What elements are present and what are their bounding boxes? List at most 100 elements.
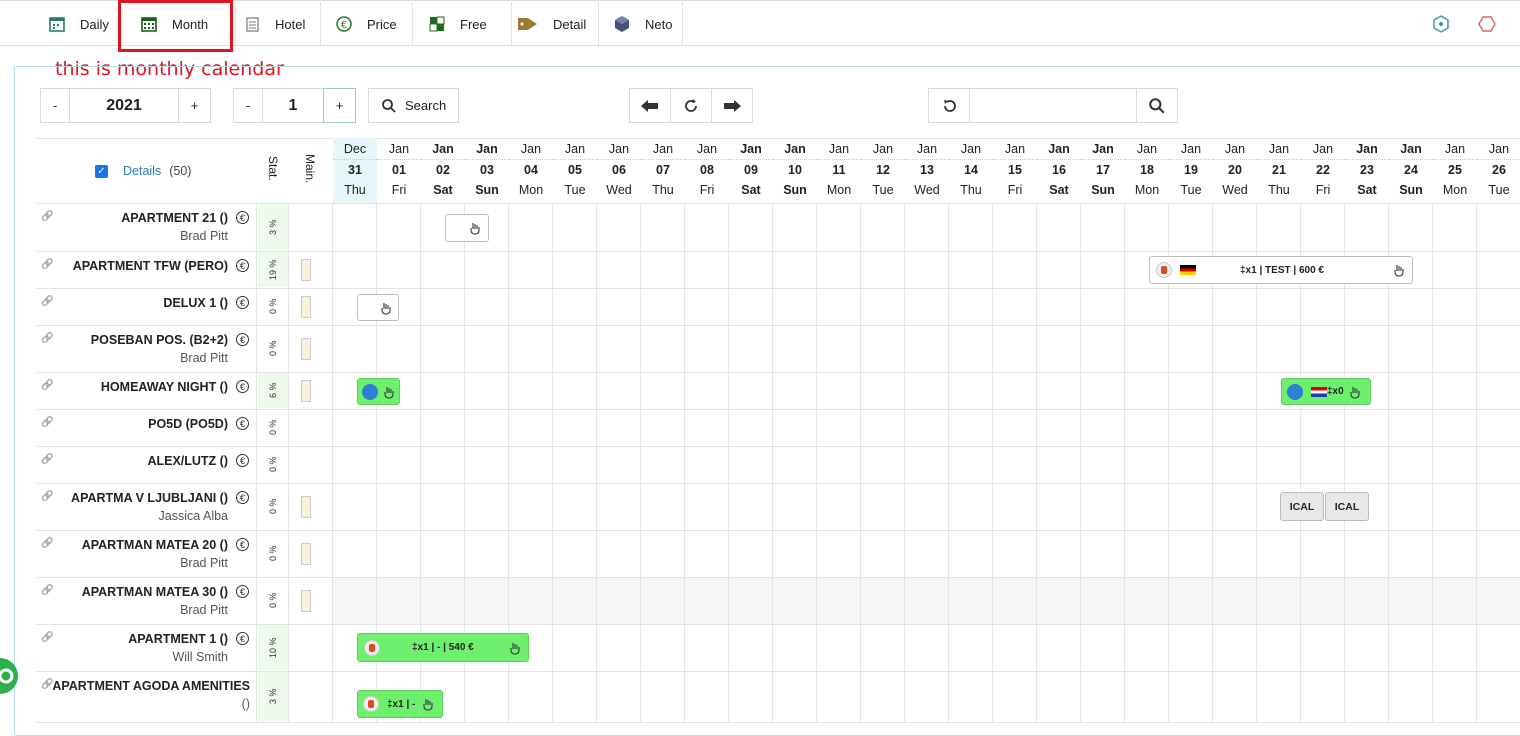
unit-label[interactable]: HOMEAWAY NIGHT ()	[36, 380, 256, 394]
checkbox-icon[interactable]: ✓	[95, 164, 108, 178]
filter-input[interactable]	[969, 88, 1137, 123]
maintenance-marker[interactable]	[301, 542, 311, 565]
day-month: Jan	[1477, 138, 1520, 160]
unit-label[interactable]: POSEBAN POS. (B2+2) Brad Pitt	[36, 333, 256, 365]
euro-icon[interactable]: €	[236, 491, 249, 504]
reservation-block[interactable]: ‡x0	[1281, 378, 1371, 405]
unit-label[interactable]: APARTMENT 21 () Brad Pitt	[36, 211, 256, 243]
year-decrement-button[interactable]: -	[40, 88, 70, 123]
filter-search-button[interactable]	[1136, 88, 1178, 123]
year-input[interactable]: 2021	[69, 88, 179, 123]
day-column-header[interactable]: Jan 11 Mon	[817, 138, 861, 203]
reservation-block[interactable]: ‡x1 | - | 540 €	[357, 633, 529, 662]
day-column-header[interactable]: Jan 10 Sun	[773, 138, 817, 203]
maintenance-marker[interactable]	[301, 337, 311, 360]
day-column-header[interactable]: Jan 13 Wed	[905, 138, 949, 203]
euro-icon[interactable]: €	[236, 296, 249, 309]
button-label: -	[245, 98, 251, 113]
maintenance-marker[interactable]	[301, 295, 311, 318]
day-column-header[interactable]: Jan 21 Thu	[1257, 138, 1301, 203]
day-column-header[interactable]: Jan 17 Sun	[1081, 138, 1125, 203]
chat-bubble-icon[interactable]	[0, 648, 18, 704]
euro-icon[interactable]: €	[236, 380, 249, 393]
ical-block[interactable]: ICAL	[1325, 492, 1369, 521]
day-column-header[interactable]: Jan 23 Sat	[1345, 138, 1389, 203]
day-column-header[interactable]: Jan 07 Thu	[641, 138, 685, 203]
maintenance-marker[interactable]	[301, 589, 311, 612]
unit-label[interactable]: APARTMENT AGODA AMENITIES ()	[36, 679, 256, 711]
search-label: Search	[405, 98, 447, 113]
tab-detail[interactable]: Detail	[517, 3, 599, 45]
day-column-header[interactable]: Jan 14 Thu	[949, 138, 993, 203]
details-label: Details	[123, 164, 162, 178]
day-column-header[interactable]: Jan 08 Fri	[685, 138, 729, 203]
month-input[interactable]: 1	[262, 88, 324, 123]
euro-icon[interactable]: €	[236, 333, 249, 346]
reservation-block[interactable]	[445, 214, 489, 242]
day-column-header[interactable]: Jan 18 Mon	[1125, 138, 1169, 203]
unit-label[interactable]: APARTMAN MATEA 20 () Brad Pitt	[36, 538, 256, 570]
month-decrement-button[interactable]: -	[233, 88, 263, 123]
tab-label: Price	[367, 16, 397, 32]
ical-block[interactable]: ICAL	[1280, 492, 1324, 521]
day-column-header[interactable]: Jan 04 Mon	[509, 138, 553, 203]
unit-label[interactable]: PO5D (PO5D)	[36, 417, 256, 431]
tab-daily[interactable]: Daily	[48, 3, 120, 45]
day-column-header[interactable]: Jan 09 Sat	[729, 138, 773, 203]
unit-label[interactable]: APARTMENT 1 () Will Smith	[36, 632, 256, 664]
day-column-header[interactable]: Jan 24 Sun	[1389, 138, 1433, 203]
day-column-header[interactable]: Jan 01 Fri	[377, 138, 421, 203]
day-number: 31	[348, 163, 362, 177]
tab-free[interactable]: Free	[428, 3, 512, 45]
euro-icon[interactable]: €	[236, 538, 249, 551]
day-column-header[interactable]: Jan 16 Sat	[1037, 138, 1081, 203]
euro-icon[interactable]: €	[236, 454, 249, 467]
unit-label[interactable]: APARTMENT TFW (PERO)	[36, 259, 256, 273]
tab-price[interactable]: € Price	[335, 3, 413, 45]
euro-icon[interactable]: €	[236, 417, 249, 430]
day-column-header[interactable]: Dec 31 Thu	[333, 138, 377, 203]
maintenance-marker[interactable]	[301, 379, 311, 402]
unit-label[interactable]: DELUX 1 ()	[36, 296, 256, 310]
day-column-header[interactable]: Jan 19 Tue	[1169, 138, 1213, 203]
prev-period-button[interactable]	[629, 88, 671, 123]
details-toggle[interactable]: ✓ Details (50)	[95, 164, 191, 178]
year-increment-button[interactable]: +	[178, 88, 211, 123]
unit-label[interactable]: ALEX/LUTZ ()	[36, 454, 256, 468]
reservation-block[interactable]: ‡x1 | TEST | 600 €	[1149, 256, 1413, 284]
euro-icon[interactable]: €	[236, 259, 249, 272]
euro-icon[interactable]: €	[236, 585, 249, 598]
day-column-header[interactable]: Jan 15 Fri	[993, 138, 1037, 203]
day-column-header[interactable]: Jan 02 Sat	[421, 138, 465, 203]
next-period-button[interactable]	[711, 88, 753, 123]
refresh-button[interactable]	[670, 88, 712, 123]
grid-line	[816, 203, 817, 723]
day-column-header[interactable]: Jan 06 Wed	[597, 138, 641, 203]
network-icon[interactable]	[1432, 15, 1450, 33]
day-weekday: Thu	[344, 183, 366, 197]
unit-label[interactable]: APARTMA V LJUBLJANI () Jassica Alba	[36, 491, 256, 523]
month-increment-button[interactable]: +	[323, 88, 356, 123]
grid-line	[552, 203, 553, 723]
unit-label[interactable]: APARTMAN MATEA 30 () Brad Pitt	[36, 585, 256, 617]
tab-neto[interactable]: Neto	[613, 3, 683, 45]
day-column-header[interactable]: Jan 20 Wed	[1213, 138, 1257, 203]
reservation-block[interactable]: ‡x1 | -	[357, 690, 443, 718]
search-button[interactable]: Search	[368, 88, 459, 123]
day-column-header[interactable]: Jan 12 Tue	[861, 138, 905, 203]
euro-icon[interactable]: €	[236, 211, 249, 224]
maintenance-marker[interactable]	[301, 495, 311, 518]
day-column-header[interactable]: Jan 25 Mon	[1433, 138, 1477, 203]
euro-icon[interactable]: €	[236, 632, 249, 645]
day-column-header[interactable]: Jan 26 Tue	[1477, 138, 1520, 203]
day-column-header[interactable]: Jan 22 Fri	[1301, 138, 1345, 203]
maintenance-marker[interactable]	[301, 258, 311, 281]
day-column-header[interactable]: Jan 05 Tue	[553, 138, 597, 203]
day-column-header[interactable]: Jan 03 Sun	[465, 138, 509, 203]
reservation-block[interactable]	[357, 294, 399, 321]
hexagon-icon[interactable]	[1478, 15, 1496, 33]
tab-hotel[interactable]: Hotel	[243, 3, 321, 45]
reservation-block[interactable]	[357, 378, 400, 405]
reset-button[interactable]	[928, 88, 970, 123]
day-month: Jan	[1081, 138, 1125, 160]
